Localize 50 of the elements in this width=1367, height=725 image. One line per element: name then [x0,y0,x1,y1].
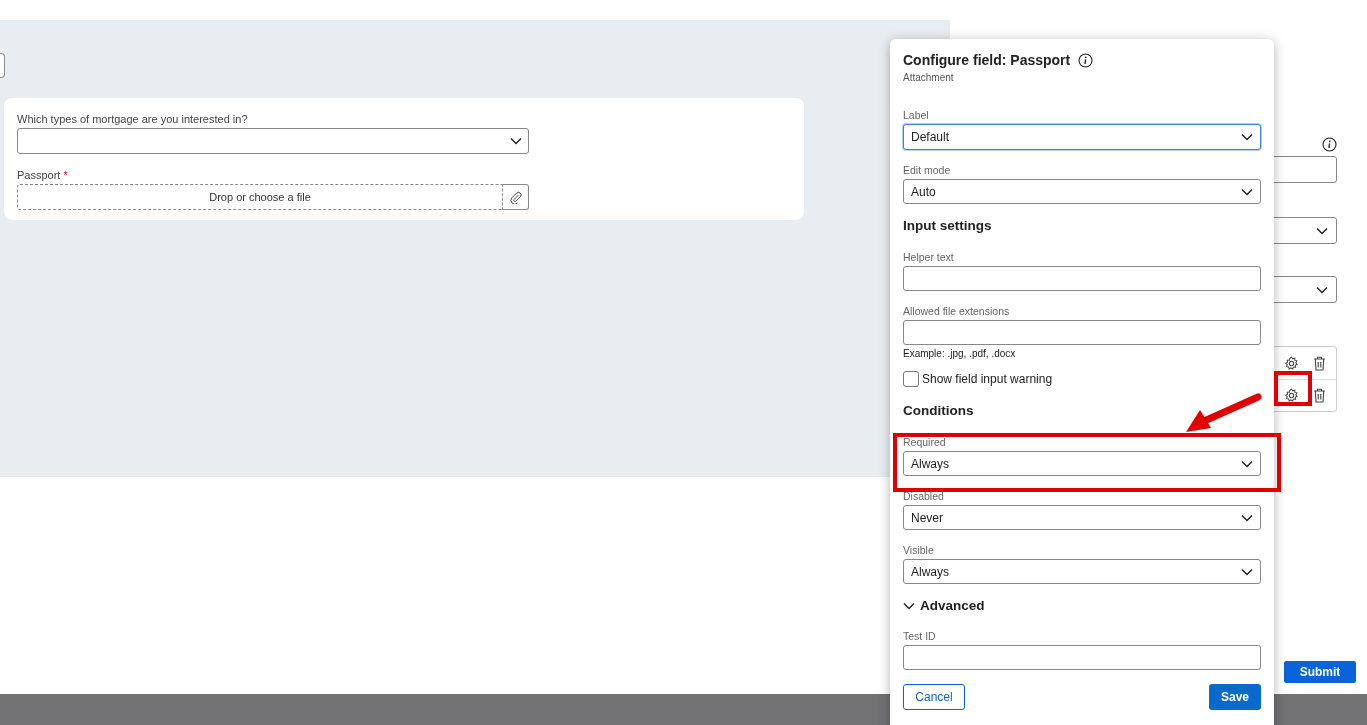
field-label: Visible [903,544,935,557]
chevron-down-icon [1241,567,1253,576]
file-drop-zone[interactable]: Drop or choose a file [17,184,503,210]
highlight-box [1274,371,1312,406]
save-button[interactable]: Save [1209,684,1261,710]
chevron-down-icon [1241,133,1253,141]
section-toggle[interactable]: Advanced [903,598,985,613]
chevron-down-icon [1316,285,1328,294]
gear-icon[interactable] [1284,388,1299,403]
attach-button[interactable] [503,184,529,210]
checkbox[interactable] [903,371,919,387]
section-heading: Input settings [903,218,993,234]
select-field[interactable]: Always [903,559,1261,584]
field-label: Label [903,109,930,122]
field-label: Required [903,436,947,449]
input-field[interactable] [903,645,1261,670]
dialog-subtitle: Attachment [903,72,955,83]
hint-text: Example: .jpg, .pdf, .docx [903,348,1017,359]
field-label: Helper text [903,251,955,264]
chevron-down-icon [510,137,522,145]
chevron-down-icon [1241,459,1253,468]
chevron-down-icon [1241,187,1253,196]
checkbox-label: Show field input warning [922,372,1053,386]
select-field[interactable]: Always [903,451,1261,476]
chevron-down-icon [1241,513,1253,522]
input-field[interactable] [903,266,1261,291]
paperclip-icon [509,190,522,204]
field-label: Allowed file extensions [903,305,1011,318]
cancel-button[interactable]: Cancel [903,684,965,710]
dialog-title: Configure field: Passport [903,52,1071,68]
gear-icon[interactable] [1284,355,1299,371]
select-field[interactable]: Default [903,124,1261,150]
select-field[interactable] [17,128,529,154]
field-label: Edit mode [903,164,952,177]
info-icon[interactable] [1078,52,1094,68]
select-field[interactable]: Auto [903,179,1261,204]
section-heading: Conditions [903,403,975,419]
trash-icon[interactable] [1313,355,1326,371]
info-icon[interactable] [1322,137,1337,152]
field-label: Test ID [903,630,937,643]
field-label: Disabled [903,490,945,503]
field-label: Passport * [17,168,69,182]
field-label: Which types of mortgage are you interested in? [17,112,249,126]
submit-button[interactable]: Submit [1284,661,1356,683]
input-field[interactable] [903,320,1261,345]
input-field[interactable] [0,53,5,78]
chevron-down-icon [1316,226,1328,235]
chevron-down-icon [903,601,915,610]
select-field[interactable]: Never [903,505,1261,530]
trash-icon[interactable] [1313,388,1326,403]
